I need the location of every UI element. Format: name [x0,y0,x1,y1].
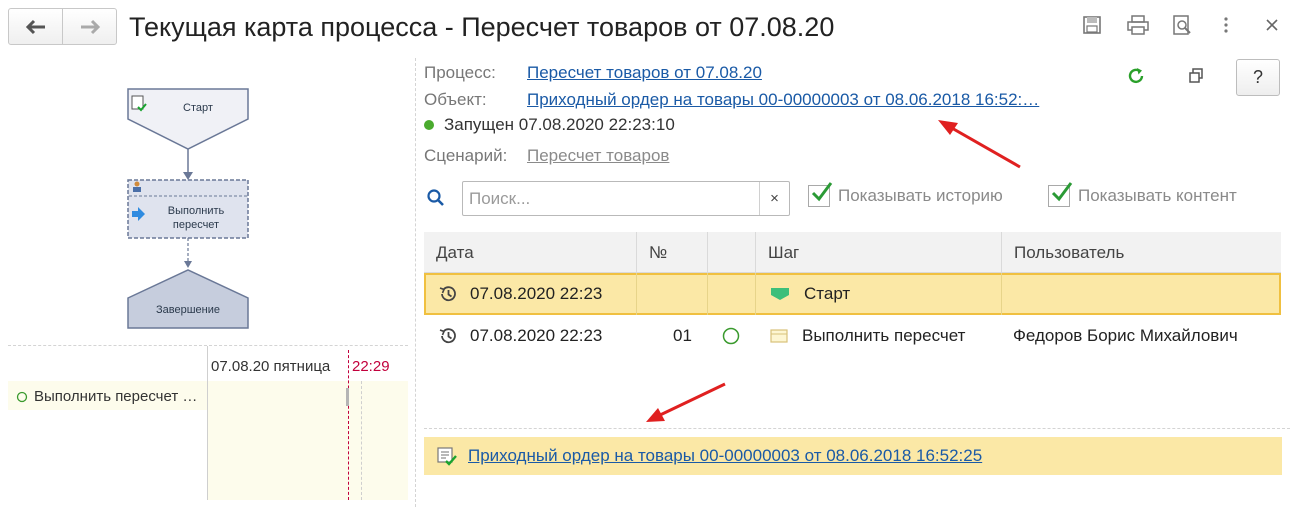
cell-date: 07.08.2020 22:23 [438,273,602,315]
content-separator [424,428,1290,429]
cell-date-text: 07.08.2020 22:23 [470,326,603,345]
show-content-checkbox[interactable] [1048,182,1073,207]
refresh-icon [1128,68,1144,84]
end-node [127,269,249,329]
window-restore-icon [1189,68,1203,83]
forward-arrow-icon [80,19,100,34]
panel-divider [415,58,416,507]
close-icon [1266,19,1278,31]
more-icon [1224,17,1228,33]
table-row[interactable]: 07.08.2020 22:23 Старт [424,273,1281,315]
document-posted-icon [437,447,457,466]
object-link[interactable]: Приходный ордер на товары 00-00000003 от… [527,90,1039,110]
history-table: Дата № Шаг Пользователь 07.08.2020 22:23… [424,232,1281,357]
search-clear-button[interactable]: × [759,182,789,215]
cell-state [722,315,740,357]
save-button[interactable] [1080,13,1104,37]
print-preview-button[interactable] [1170,13,1194,37]
open-in-window-button[interactable] [1184,64,1208,88]
status-text: Запущен 07.08.2020 22:23:10 [444,115,675,134]
timeline-date-header: 07.08.20 пятница [211,358,331,375]
show-history-checkbox[interactable] [808,182,833,207]
timeline-row[interactable]: Выполнить пересчет … [16,388,197,405]
current-time-line [348,350,349,500]
timeline-header-divider [207,346,208,381]
start-step-icon [771,288,789,300]
save-icon [1083,16,1101,34]
scenario-link[interactable]: Пересчет товаров [527,146,669,166]
show-content-label: Показывать контент [1078,186,1237,205]
column-step[interactable]: Шаг [755,232,1001,273]
timeline-bar [346,388,349,406]
help-button[interactable]: ? [1236,59,1280,96]
circle-status-icon [16,391,28,402]
search-input[interactable] [463,182,761,215]
show-history-label: Показывать историю [838,186,1003,205]
checkmark-icon [811,182,833,202]
annotation-arrow-icon [646,382,726,422]
search-icon [427,189,444,206]
cell-divider [1001,273,1002,315]
print-preview-icon [1173,15,1191,35]
annotation-arrow-icon [938,120,1021,169]
column-state[interactable] [707,232,755,273]
print-button[interactable] [1126,13,1150,37]
object-label: Объект: [424,90,487,109]
column-number[interactable]: № [636,232,707,273]
search-box: × [462,181,790,216]
status-dot-icon [424,120,434,130]
process-link[interactable]: Пересчет товаров от 07.08.20 [527,63,762,83]
node-label-end: Завершение [156,304,220,316]
forward-button[interactable] [62,9,116,44]
cell-user: Федоров Борис Михайлович [1013,326,1238,345]
timeline-row-label: Выполнить пересчет … [34,388,198,405]
back-arrow-icon [25,19,45,34]
cell-step: Старт [770,273,850,315]
cell-date-text: 07.08.2020 22:23 [470,284,603,303]
circle-status-icon [722,327,740,345]
close-button[interactable] [1260,13,1284,37]
history-icon [439,328,456,344]
node-label-task: Выполнить пересчет [167,205,225,231]
column-user[interactable]: Пользователь [1001,232,1281,273]
timeline-grid-line [361,381,362,500]
cell-step-text: Выполнить пересчет [802,326,966,345]
history-icon [439,286,456,302]
navigation-buttons [8,8,117,45]
window-title: Текущая карта процесса - Пересчет товаро… [129,12,835,42]
start-node [127,88,249,150]
cell-divider [707,273,708,315]
show-content-toggle[interactable]: Показывать контент [1048,182,1237,207]
process-label: Процесс: [424,63,496,82]
timeline-area [207,381,408,500]
refresh-button[interactable] [1124,64,1148,88]
cell-divider [755,273,756,315]
cell-step: Выполнить пересчет [770,315,965,357]
column-date[interactable]: Дата [424,232,636,273]
table-header: Дата № Шаг Пользователь [424,232,1281,273]
document-bar: Приходный ордер на товары 00-00000003 от… [424,437,1282,475]
show-history-toggle[interactable]: Показывать историю [808,182,1003,207]
status-line: Запущен 07.08.2020 22:23:10 [424,115,675,135]
document-link[interactable]: Приходный ордер на товары 00-00000003 от… [468,446,982,466]
cell-step-text: Старт [804,284,851,303]
print-icon [1127,15,1149,35]
timeline-time-marker: 22:29 [352,358,390,375]
search-icon-wrap [424,186,448,210]
back-button[interactable] [9,9,62,44]
table-row[interactable]: 07.08.2020 22:23 01 Выполнить пересчет Ф… [424,315,1281,357]
cell-number: 01 [673,326,692,345]
scenario-label: Сценарий: [424,146,508,165]
checkmark-icon [1051,182,1073,202]
cell-date: 07.08.2020 22:23 [438,315,602,357]
more-button[interactable] [1214,13,1238,37]
node-label-start: Старт [183,102,213,114]
cell-divider [636,273,637,315]
task-step-icon [770,329,788,343]
